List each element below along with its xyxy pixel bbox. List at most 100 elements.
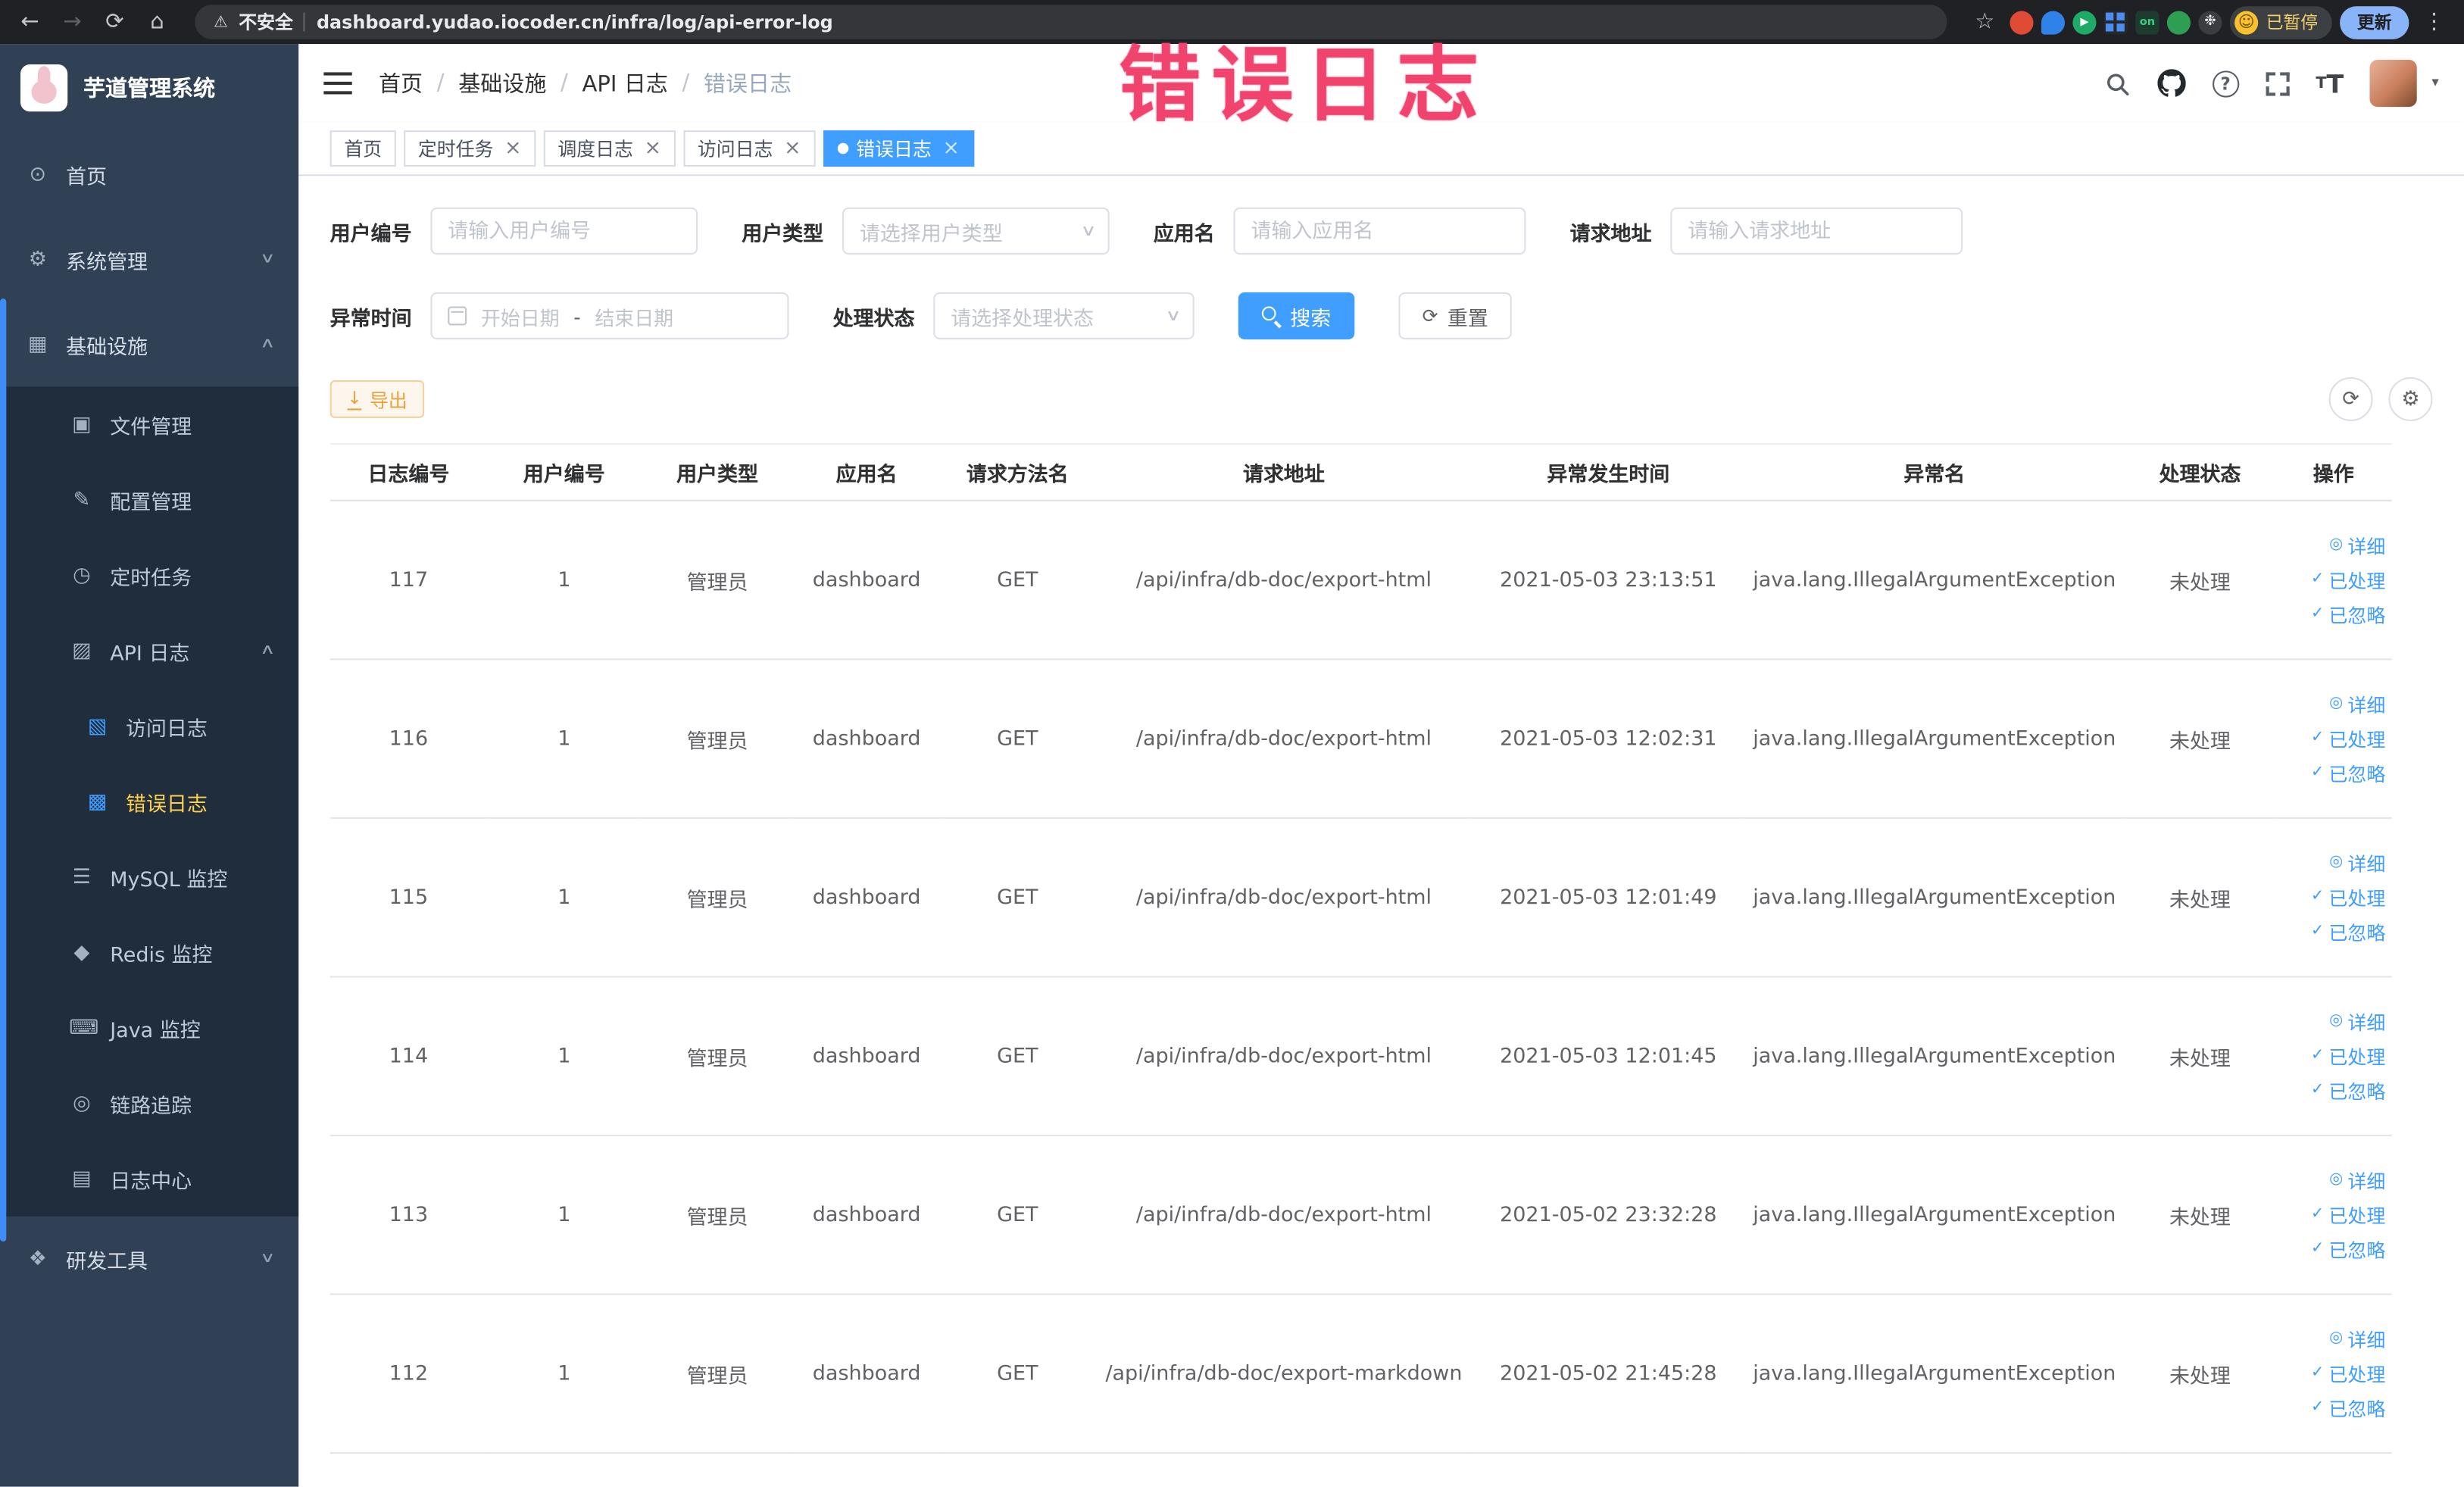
column-header: 请求地址	[1095, 443, 1472, 501]
tab-close-icon[interactable]: ×	[504, 139, 522, 159]
profile-sync-paused-chip[interactable]: ☺ 已暂停	[2229, 5, 2332, 39]
request-url-input[interactable]	[1670, 207, 1963, 255]
home-icon[interactable]: ⌂	[140, 0, 175, 44]
refresh-table-button[interactable]: ⟳	[2328, 376, 2373, 421]
access-icon: ▧	[87, 714, 108, 739]
user-id-input[interactable]	[430, 207, 698, 255]
detail-link[interactable]: ◎ 详细	[2281, 1163, 2385, 1198]
extension-icon-green[interactable]: ▶	[2072, 10, 2097, 34]
cell-actions: ◎ 详细 ✓ 已处理 ✓ 已忽略	[2275, 1135, 2392, 1295]
sidebar-item-label: Java 监控	[110, 1019, 201, 1043]
cell-method: GET	[939, 1294, 1095, 1454]
sidebar-item-file[interactable]: ▣ 文件管理	[0, 386, 299, 462]
sidebar-item-dev-tools[interactable]: ❖ 研发工具 ∨	[0, 1217, 298, 1301]
sidebar-item-label: 链路追踪	[110, 1094, 192, 1119]
mark-ignored-link[interactable]: ✓ 已忽略	[2281, 597, 2385, 632]
mark-ignored-link[interactable]: ✓ 已忽略	[2281, 1073, 2385, 1108]
extension-icon-red[interactable]	[2010, 10, 2034, 34]
user-avatar[interactable]	[2370, 59, 2418, 108]
cell-user-id: 1	[487, 976, 642, 1136]
detail-link[interactable]: ◎ 详细	[2281, 528, 2385, 563]
back-icon[interactable]: ←	[13, 0, 48, 44]
address-bar[interactable]: ⚠ 不安全 dashboard.yudao.iocoder.cn/infra/l…	[195, 5, 1947, 39]
sidebar-item-trace[interactable]: ◎ 链路追踪	[0, 1065, 299, 1142]
sidebar-scrollbar[interactable]	[0, 298, 7, 1242]
sidebar-item-api-log[interactable]: ▨ API 日志 ∧	[0, 613, 299, 689]
extension-icon-paw[interactable]: ❉	[2198, 10, 2222, 34]
sidebar-item-log-center[interactable]: ▤ 日志中心	[0, 1141, 299, 1217]
breadcrumb-separator: /	[436, 70, 445, 96]
breadcrumb-item[interactable]: 基础设施	[458, 67, 546, 98]
sidebar-item-mysql[interactable]: ☰ MySQL 监控	[0, 839, 299, 915]
detail-link[interactable]: ◎ 详细	[2281, 1322, 2385, 1357]
mark-processed-link[interactable]: ✓ 已处理	[2281, 721, 2385, 756]
sidebar-item-infra[interactable]: ▦ 基础设施 ∧	[0, 301, 298, 386]
detail-link[interactable]: ◎ 详细	[2281, 1004, 2385, 1039]
mark-processed-link[interactable]: ✓ 已处理	[2281, 1198, 2385, 1232]
search-button[interactable]: 搜索	[1238, 292, 1355, 340]
github-icon[interactable]	[2156, 69, 2186, 97]
extension-icon-on[interactable]: on	[2135, 10, 2160, 34]
tab-error-log[interactable]: 错误日志 ×	[823, 130, 974, 167]
tab-close-icon[interactable]: ×	[942, 139, 960, 159]
breadcrumb-separator: /	[561, 70, 568, 96]
extension-icon-drop[interactable]	[2041, 10, 2066, 34]
sidebar-item-redis[interactable]: ◆ Redis 监控	[0, 914, 299, 990]
mark-ignored-link[interactable]: ✓ 已忽略	[2281, 1232, 2385, 1267]
tab-cron-job[interactable]: 定时任务 ×	[404, 130, 536, 167]
mark-processed-link[interactable]: ✓ 已处理	[2281, 1356, 2385, 1391]
cell-request-url: /api/infra/db-doc/export-html	[1095, 1135, 1472, 1295]
cell-method: GET	[939, 976, 1095, 1136]
search-icon[interactable]	[2103, 70, 2130, 96]
export-button[interactable]: ↓ 导出	[329, 380, 425, 418]
cell-exception-time: 2021-05-03 12:01:45	[1472, 976, 1744, 1136]
browser-menu-icon[interactable]: ⋮	[2417, 0, 2452, 44]
mark-processed-link[interactable]: ✓ 已处理	[2281, 1039, 2385, 1073]
breadcrumb-item[interactable]: 首页	[379, 67, 423, 98]
column-settings-button[interactable]: ⚙	[2388, 376, 2433, 421]
tab-close-icon[interactable]: ×	[784, 139, 801, 159]
tab-close-icon[interactable]: ×	[644, 139, 661, 159]
sidebar-item-access-log[interactable]: ▧ 访问日志	[0, 688, 299, 764]
filter-label-app-name: 应用名	[1153, 222, 1215, 246]
sidebar-item-java[interactable]: ⌨ Java 监控	[0, 989, 299, 1066]
process-status-select[interactable]: 请选择处理状态 ∨	[933, 292, 1195, 340]
sidebar-item-config[interactable]: ✎ 配置管理	[0, 461, 299, 538]
mark-ignored-link[interactable]: ✓ 已忽略	[2281, 1391, 2385, 1426]
sidebar-item-job[interactable]: ◷ 定时任务	[0, 537, 299, 614]
tab-job-log[interactable]: 调度日志 ×	[543, 130, 676, 167]
breadcrumb-item[interactable]: API 日志	[582, 67, 668, 98]
extension-icon-grid[interactable]	[2103, 10, 2128, 34]
cell-actions: ◎ 详细 ✓ 已处理 ✓ 已忽略	[2275, 1294, 2392, 1454]
exception-time-range-picker[interactable]: 开始日期 - 结束日期	[430, 292, 789, 340]
app-name-input[interactable]	[1233, 207, 1526, 255]
detail-link[interactable]: ◎ 详细	[2281, 845, 2385, 880]
sidebar-item-error-log[interactable]: ▩ 错误日志	[0, 764, 299, 839]
bookmark-star-icon[interactable]: ☆	[1967, 0, 2002, 44]
help-icon[interactable]: ?	[2212, 70, 2239, 97]
tab-access-log[interactable]: 访问日志 ×	[683, 130, 816, 167]
browser-update-button[interactable]: 更新	[2340, 5, 2409, 39]
mark-ignored-link[interactable]: ✓ 已忽略	[2281, 756, 2385, 791]
extension-icon-leaf[interactable]	[2166, 10, 2191, 34]
refresh-icon: ⟳	[1422, 305, 1438, 327]
font-size-icon[interactable]: TT	[2316, 68, 2344, 98]
detail-link[interactable]: ◎ 详细	[2281, 687, 2385, 722]
tab-home[interactable]: 首页	[329, 130, 396, 167]
sidebar-item-label: MySQL 监控	[110, 868, 228, 892]
forward-icon[interactable]: →	[55, 0, 90, 44]
check-icon: ✓	[2310, 764, 2325, 782]
sidebar-collapse-icon[interactable]	[323, 72, 352, 95]
mark-processed-link[interactable]: ✓ 已处理	[2281, 880, 2385, 915]
mark-processed-link[interactable]: ✓ 已处理	[2281, 563, 2385, 598]
fullscreen-icon[interactable]	[2265, 71, 2290, 95]
eye-icon: ◎	[2329, 694, 2344, 712]
app-logo[interactable]: 芋道管理系统	[0, 44, 298, 132]
reload-icon[interactable]: ⟳	[98, 0, 133, 44]
sidebar-item-system[interactable]: ⚙ 系统管理 ∨	[0, 217, 298, 301]
user-type-select[interactable]: 请选择用户类型 ∨	[842, 207, 1110, 255]
mark-ignored-link[interactable]: ✓ 已忽略	[2281, 914, 2385, 949]
avatar-caret-icon[interactable]: ▾	[2431, 76, 2438, 92]
reset-button[interactable]: ⟳ 重置	[1398, 292, 1513, 340]
sidebar-item-home[interactable]: ⊙ 首页	[0, 132, 298, 217]
